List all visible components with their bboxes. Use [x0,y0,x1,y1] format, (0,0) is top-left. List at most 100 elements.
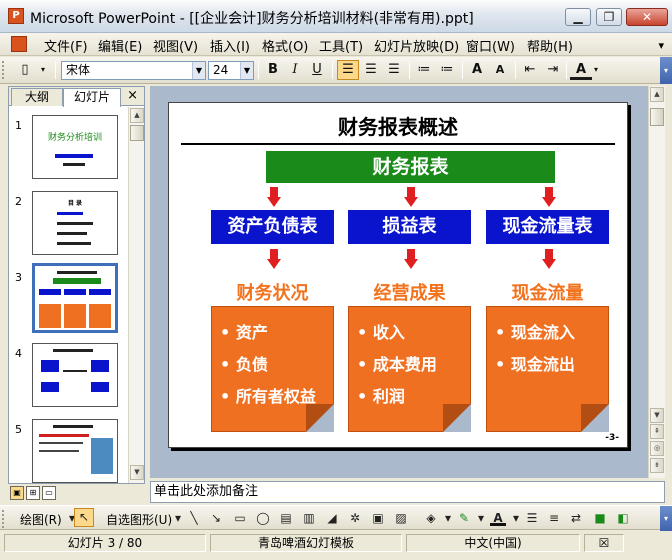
chevron-down-icon[interactable]: ▼ [192,62,205,79]
italic-button[interactable]: I [284,60,306,80]
slide-sorter-icon[interactable]: ⊞ [26,486,40,500]
arrow-icon[interactable]: ↘ [208,510,224,526]
chevron-down-icon[interactable]: ▾ [170,510,186,526]
menu-overflow-icon[interactable]: ▾ [658,39,664,52]
increase-font-button[interactable]: A [466,60,488,80]
clipart-icon[interactable]: ▣ [370,510,386,526]
cash-flow-box[interactable]: • 现金流入 • 现金流出 [486,306,609,432]
scroll-down-icon[interactable]: ▼ [650,408,664,423]
menu-window[interactable]: 窗口(W) [466,36,515,55]
picture-icon[interactable]: ▨ [393,510,409,526]
chevron-down-icon[interactable]: ▾ [36,60,50,80]
scroll-up-icon[interactable]: ▲ [650,87,664,102]
line-color-icon[interactable]: ✎ [456,510,472,526]
financial-position-box[interactable]: • 资产 • 负债 • 所有者权益 [211,306,334,432]
menu-edit[interactable]: 编辑(E) [98,36,142,55]
category-label[interactable]: 经营成果 [347,279,472,305]
operating-results-box[interactable]: • 收入 • 成本费用 • 利润 [348,306,471,432]
category-label[interactable]: 现金流量 [485,279,610,305]
restore-button[interactable]: ❐ [596,8,622,26]
font-color-button[interactable]: A [570,60,592,80]
next-slide-icon[interactable]: ⇟ [650,458,664,473]
arrow-style-icon[interactable]: ⇄ [568,510,584,526]
toolbar-options-icon[interactable]: ▾ [660,57,672,84]
menu-slideshow[interactable]: 幻灯片放映(D) [374,36,459,55]
vertical-textbox-icon[interactable]: ▥ [301,510,317,526]
bullets-button[interactable]: ≔ [436,60,458,80]
document-icon[interactable] [11,36,27,52]
diagram-icon[interactable]: ✲ [347,510,363,526]
notes-pane[interactable]: 单击此处添加备注 [150,481,665,503]
powerpoint-icon[interactable]: P [8,8,24,24]
previous-slide-icon[interactable]: ⇞ [650,424,664,439]
tab-slides[interactable]: 幻灯片 [63,88,121,107]
line-icon[interactable]: ╲ [186,510,202,526]
slide-scrollbar[interactable]: ▲ ▼ ⇞ ◎ ⇟ [648,86,665,478]
align-left-button[interactable]: ☰ [337,60,359,80]
fill-color-icon[interactable]: ◈ [423,510,439,526]
close-icon[interactable]: × [127,88,138,103]
current-slide[interactable]: 财务报表概述 财务报表 资产负债表 损益表 现金流量表 财务状况 经营成果 现金… [168,102,628,448]
slide-thumbnail[interactable] [32,343,118,407]
select-object-icon[interactable]: ◎ [650,441,664,456]
category-label[interactable]: 财务状况 [210,279,335,305]
font-name-combo[interactable]: 宋体 ▼ [61,61,206,80]
align-center-button[interactable]: ☰ [360,60,382,80]
slideshow-icon[interactable]: ▭ [42,486,56,500]
line-style-icon[interactable]: ☰ [524,510,540,526]
toolbar-grip[interactable] [2,61,6,79]
cash-flow-statement-box[interactable]: 现金流量表 [486,210,609,244]
numbering-button[interactable]: ≔ [413,60,435,80]
dash-style-icon[interactable]: ≡ [546,510,562,526]
menu-help[interactable]: 帮助(H) [527,36,573,55]
align-right-button[interactable]: ☰ [383,60,405,80]
chevron-down-icon[interactable]: ▼ [240,62,253,79]
toolbar-options-icon[interactable]: ▾ [660,506,672,531]
financial-statements-box[interactable]: 财务报表 [266,151,555,183]
underline-button[interactable]: U [306,60,328,80]
menu-file[interactable]: 文件(F) [44,36,88,55]
slide-thumbnail[interactable]: 财务分析培训 [32,115,118,179]
thumbnails-scrollbar[interactable]: ▲ ▼ [128,107,144,483]
chevron-down-icon[interactable]: ▾ [440,510,456,526]
menu-tools[interactable]: 工具(T) [319,36,363,55]
scrollbar-thumb[interactable] [650,108,664,126]
font-color-icon[interactable]: A [490,510,506,526]
scrollbar-thumb[interactable] [130,125,144,141]
spelling-status[interactable]: ☒ [584,534,624,552]
new-document-icon[interactable]: ▯ [14,60,36,80]
scroll-up-icon[interactable]: ▲ [130,108,144,123]
increase-indent-button[interactable]: ⇥ [542,60,564,80]
textbox-icon[interactable]: ▤ [278,510,294,526]
shadow-icon[interactable]: ■ [592,510,608,526]
decrease-indent-button[interactable]: ⇤ [519,60,541,80]
slide-thumbnail-selected[interactable] [32,263,118,333]
normal-view-icon[interactable]: ▣ [10,486,24,500]
3d-style-icon[interactable]: ◧ [615,510,631,526]
slide-title[interactable]: 财务报表概述 [169,111,627,140]
scroll-down-icon[interactable]: ▼ [130,465,144,480]
close-button[interactable]: ✕ [626,8,668,26]
font-size-combo[interactable]: 24 ▼ [208,61,254,80]
menu-format[interactable]: 格式(O) [262,36,308,55]
toolbar-grip[interactable] [2,510,6,528]
rectangle-icon[interactable]: ▭ [232,510,248,526]
income-statement-box[interactable]: 损益表 [348,210,471,244]
bold-button[interactable]: B [262,60,284,80]
minimize-button[interactable]: ▁ [565,8,591,26]
draw-menu-button[interactable]: 绘图(R) [20,511,62,528]
slide-thumbnail[interactable] [32,419,118,483]
wordart-icon[interactable]: ◢ [324,510,340,526]
chevron-down-icon[interactable]: ▾ [473,510,489,526]
menu-insert[interactable]: 插入(I) [210,36,250,55]
decrease-font-button[interactable]: A [489,60,511,80]
balance-sheet-box[interactable]: 资产负债表 [211,210,334,244]
oval-icon[interactable]: ◯ [255,510,271,526]
chevron-down-icon[interactable]: ▾ [591,60,601,80]
select-objects-button[interactable]: ↖ [74,508,94,527]
autoshapes-button[interactable]: 自选图形(U) [106,511,172,528]
chevron-down-icon[interactable]: ▾ [508,510,524,526]
tab-outline[interactable]: 大纲 [11,88,63,106]
menu-view[interactable]: 视图(V) [153,36,198,55]
slide-thumbnail[interactable]: 目 录 [32,191,118,255]
